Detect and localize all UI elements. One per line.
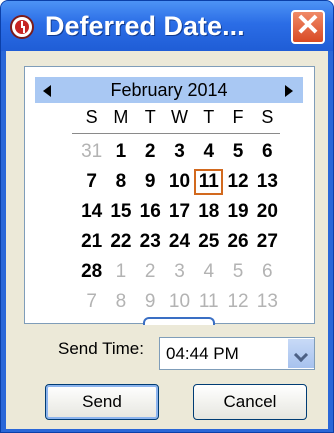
calendar-week-row: 7 8 9 10 11 12 13 xyxy=(77,289,282,319)
calendar-day[interactable]: 8 xyxy=(106,289,135,315)
calendar-day[interactable]: 14 xyxy=(77,199,106,225)
calendar-day[interactable]: 1 xyxy=(106,139,135,165)
calendar-day[interactable]: 15 xyxy=(106,199,135,225)
close-button[interactable]: ✕ xyxy=(291,10,325,44)
deferred-date-dialog: Deferred Date... ✕ February 2014 S M T W… xyxy=(0,0,334,433)
calendar-day[interactable]: 5 xyxy=(223,259,252,285)
calendar-day[interactable]: 4 xyxy=(194,139,223,165)
dialog-body: February 2014 S M T W T F S 31 1 2 3 4 5 6 7 8 9 1… xyxy=(6,51,328,429)
day-of-week-label: W xyxy=(170,107,188,127)
calendar-day[interactable]: 9 xyxy=(136,289,165,315)
clock-icon xyxy=(10,15,34,39)
chevron-down-icon[interactable] xyxy=(287,339,314,368)
calendar-day[interactable]: 6 xyxy=(253,139,282,165)
calendar-day[interactable]: 23 xyxy=(136,229,165,255)
day-grid: 31 1 2 3 4 5 6 7 8 9 10 11 12 13 14 15 16 17 18 19 20 21 22 23 2… xyxy=(77,139,282,319)
calendar-day[interactable]: 19 xyxy=(223,199,252,225)
calendar-day[interactable]: 16 xyxy=(136,199,165,225)
calendar-day[interactable]: 7 xyxy=(77,289,106,315)
window-title: Deferred Date... xyxy=(45,11,245,41)
calendar-week-row: 21 22 23 24 25 26 27 xyxy=(77,229,282,259)
calendar-week-row: 7 8 9 10 11 12 13 xyxy=(77,169,282,199)
day-of-week-header: S M T W T F S xyxy=(77,107,282,131)
calendar-day[interactable]: 10 xyxy=(165,289,194,315)
send-time-value[interactable]: 04:44 PM xyxy=(166,344,239,364)
day-of-week-label: S xyxy=(85,107,98,127)
next-month-arrow-icon[interactable] xyxy=(285,85,293,97)
calendar-day[interactable]: 7 xyxy=(77,169,106,195)
day-of-week-label: T xyxy=(203,107,215,127)
header-divider xyxy=(72,133,280,134)
calendar-day[interactable]: 8 xyxy=(106,169,135,195)
title-bar[interactable]: Deferred Date... ✕ xyxy=(1,1,333,51)
calendar-day[interactable]: 2 xyxy=(136,139,165,165)
calendar-day[interactable]: 31 xyxy=(77,139,106,165)
calendar-day[interactable]: 13 xyxy=(253,169,282,195)
calendar-day[interactable]: 3 xyxy=(165,259,194,285)
calendar-day[interactable]: 11 xyxy=(194,289,223,315)
send-time-label: Send Time: xyxy=(58,339,144,358)
calendar-day[interactable]: 6 xyxy=(253,259,282,285)
calendar-day[interactable]: 22 xyxy=(106,229,135,255)
calendar-day-selected[interactable]: 11 xyxy=(194,169,224,195)
month-calendar: February 2014 S M T W T F S 31 1 2 3 4 5 6 7 8 9 1… xyxy=(24,66,315,325)
day-of-week-label: F xyxy=(232,107,244,127)
calendar-day[interactable]: 18 xyxy=(194,199,223,225)
calendar-header: February 2014 xyxy=(35,77,303,103)
calendar-day[interactable]: 10 xyxy=(165,169,194,195)
calendar-day[interactable]: 13 xyxy=(253,289,282,315)
calendar-day[interactable]: 26 xyxy=(223,229,252,255)
calendar-day[interactable]: 3 xyxy=(165,139,194,165)
calendar-scroll-handle[interactable] xyxy=(143,317,215,325)
calendar-day[interactable]: 9 xyxy=(136,169,165,195)
calendar-day[interactable]: 17 xyxy=(165,199,194,225)
calendar-day[interactable]: 12 xyxy=(223,289,252,315)
calendar-day[interactable]: 20 xyxy=(253,199,282,225)
calendar-day[interactable]: 25 xyxy=(194,229,223,255)
month-label[interactable]: February 2014 xyxy=(35,80,303,101)
calendar-day[interactable]: 4 xyxy=(194,259,223,285)
calendar-week-row: 28 1 2 3 4 5 6 xyxy=(77,259,282,289)
day-of-week-label: S xyxy=(261,107,274,127)
send-button[interactable]: Send xyxy=(45,384,159,420)
calendar-day[interactable]: 27 xyxy=(253,229,282,255)
cancel-button[interactable]: Cancel xyxy=(193,384,307,420)
calendar-week-row: 31 1 2 3 4 5 6 xyxy=(77,139,282,169)
calendar-day[interactable]: 5 xyxy=(223,139,252,165)
day-of-week-label: T xyxy=(144,107,156,127)
calendar-day[interactable]: 24 xyxy=(165,229,194,255)
calendar-day[interactable]: 2 xyxy=(136,259,165,285)
calendar-day[interactable]: 21 xyxy=(77,229,106,255)
calendar-day[interactable]: 1 xyxy=(106,259,135,285)
calendar-day[interactable]: 12 xyxy=(223,169,252,195)
send-time-select[interactable]: 04:44 PM xyxy=(159,337,315,370)
calendar-week-row: 14 15 16 17 18 19 20 xyxy=(77,199,282,229)
calendar-day[interactable]: 28 xyxy=(77,259,106,285)
day-of-week-label: M xyxy=(113,107,129,127)
